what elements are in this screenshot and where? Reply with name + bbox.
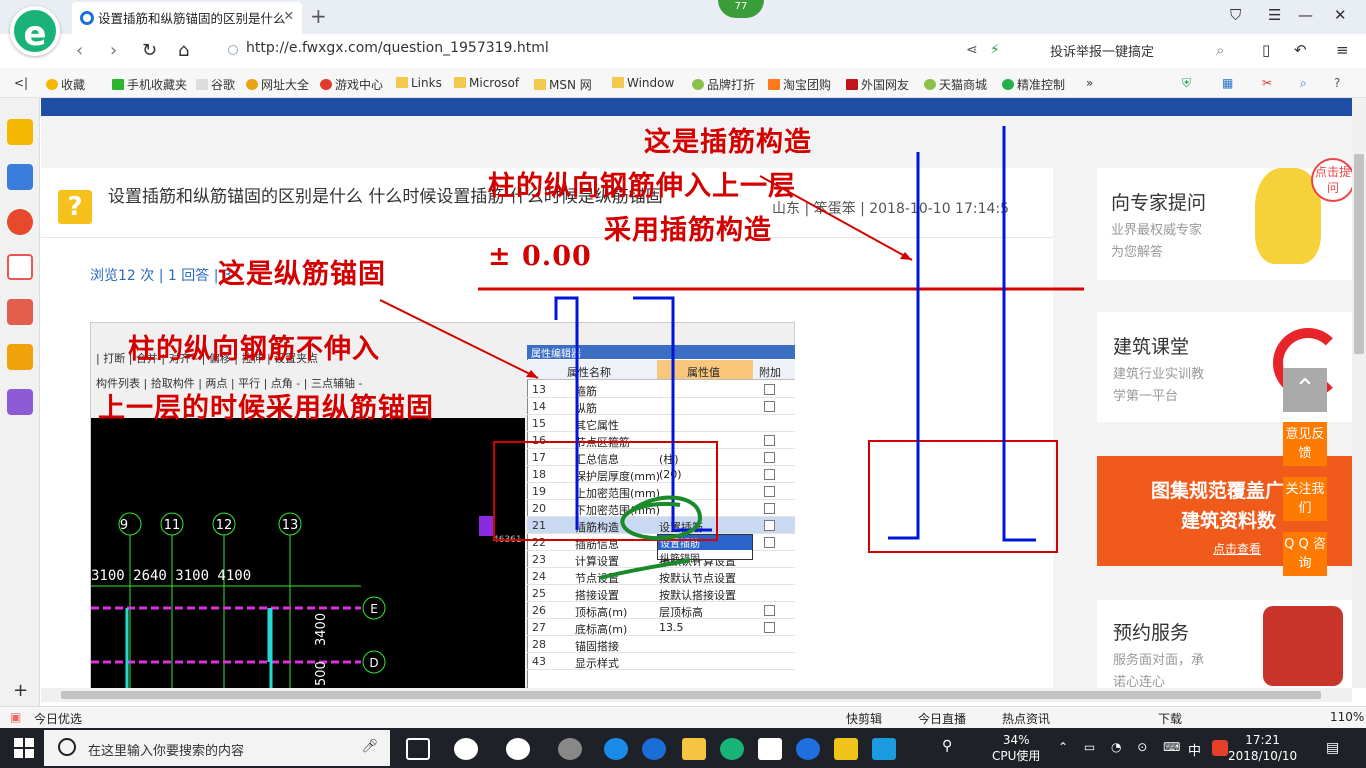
course-sub: 建筑行业实训教 <box>1113 367 1205 382</box>
appointment-card[interactable]: 预约服务 服务面对面，承 诺心连心 <box>1097 600 1352 690</box>
service-photo <box>1263 606 1343 686</box>
appointment-sub: 服务面对面，承 <box>1113 653 1205 668</box>
mail-taskbar-icon[interactable] <box>758 738 782 760</box>
appointment-title: 预约服务 <box>1113 622 1190 644</box>
vertical-scrollbar[interactable] <box>1352 98 1366 688</box>
ask-expert-title: 向专家提问 <box>1111 192 1207 214</box>
annotation-insert-title: 这是插筋构造 <box>644 127 812 158</box>
app-icon[interactable] <box>834 738 858 760</box>
annotation-anchor-line1: 柱的纵向钢筋不伸入 <box>128 334 380 365</box>
app-icon[interactable] <box>872 738 896 760</box>
browser-taskbar-icon[interactable] <box>720 738 744 760</box>
people-icon[interactable]: ⚲ <box>942 738 952 754</box>
rebar-anchor-right <box>633 296 712 532</box>
windows-start-icon[interactable] <box>14 738 34 758</box>
ask-expert-card[interactable]: 向专家提问 业界最权威专家 为您解答 点击提问 <box>1097 158 1355 280</box>
ask-expert-sub: 为您解答 <box>1111 245 1164 260</box>
arrow-left <box>379 299 539 379</box>
sogou-icon[interactable] <box>1212 740 1228 756</box>
clock[interactable]: 17:21 2018/10/10 <box>1228 732 1297 764</box>
course-title: 建筑课堂 <box>1113 336 1190 358</box>
app-icon[interactable] <box>454 738 478 760</box>
task-view-icon[interactable] <box>406 738 430 760</box>
feedback-button[interactable]: 意见反馈 <box>1283 422 1327 466</box>
status-item[interactable]: 快剪辑 <box>846 710 882 727</box>
banner-line2: 建筑资料数 <box>1181 510 1277 532</box>
today-picks[interactable]: 今日优选 <box>34 710 82 727</box>
ask-expert-sub: 业界最权威专家 <box>1111 223 1203 238</box>
folder-icon[interactable] <box>682 738 706 760</box>
app-icon[interactable] <box>796 738 820 760</box>
annotation-insert-line2: 采用插筋构造 <box>604 215 772 246</box>
mic-icon[interactable]: 🎤︎ <box>361 739 378 754</box>
cortana-icon <box>58 738 76 756</box>
annotation-anchor-title: 这是纵筋锚固 <box>218 259 386 290</box>
browser-logo-icon[interactable]: e <box>10 6 60 56</box>
status-item[interactable]: 今日直播 <box>918 710 966 727</box>
green-scribble <box>620 495 703 541</box>
banner-link[interactable]: 点击查看 <box>1213 540 1261 557</box>
zoom-level[interactable]: 110% <box>1330 710 1364 724</box>
highlight-box-right <box>868 440 1058 553</box>
notification-icon[interactable]: ▤ <box>1326 740 1339 756</box>
app-icon[interactable] <box>558 738 582 760</box>
status-bar: ▣ 今日优选 快剪辑 今日直播 热点资讯 下载 110% <box>0 706 1366 728</box>
app-icon[interactable] <box>506 738 530 760</box>
ask-bubble[interactable]: 点击提问 <box>1311 158 1355 202</box>
annotation-elevation: ± 0.00 <box>488 241 592 272</box>
taskbar-search[interactable]: 在这里输入你要搜索的内容 🎤︎ <box>44 730 390 766</box>
status-item[interactable]: 下载 <box>1158 710 1182 727</box>
rebar-anchor-left <box>554 296 579 530</box>
search-placeholder: 在这里输入你要搜索的内容 <box>88 744 245 759</box>
qq-consult-button[interactable]: Q Q 咨询 <box>1283 532 1327 576</box>
back-to-top-button[interactable]: ⌃ <box>1283 368 1327 412</box>
tray-icons[interactable]: ⌃ ▭ ◔ ⊙ ⌨ <box>1058 740 1187 754</box>
horizontal-scrollbar[interactable] <box>41 688 1352 702</box>
banner-line1: 图集规范覆盖广 <box>1151 480 1285 502</box>
highlight-box-left <box>493 441 718 541</box>
ie-taskbar-icon[interactable] <box>642 738 666 760</box>
follow-button[interactable]: 关注我们 <box>1283 477 1327 521</box>
ime-indicator[interactable]: 中 <box>1188 740 1201 759</box>
annotation-anchor-line2: 上一层的时候采用纵筋锚固 <box>98 393 434 424</box>
gift-icon: ▣ <box>10 710 22 724</box>
course-sub: 学第一平台 <box>1113 389 1179 404</box>
cpu-widget[interactable]: 34% CPU使用 <box>992 732 1040 764</box>
status-item[interactable]: 热点资讯 <box>1002 710 1050 727</box>
green-underline <box>599 558 691 580</box>
rebar-insert-left <box>888 152 920 540</box>
rebar-insert-right <box>1002 126 1036 542</box>
edge-icon[interactable] <box>604 738 628 760</box>
annotation-insert-line1: 柱的纵向钢筋伸入上一层 <box>488 171 796 202</box>
